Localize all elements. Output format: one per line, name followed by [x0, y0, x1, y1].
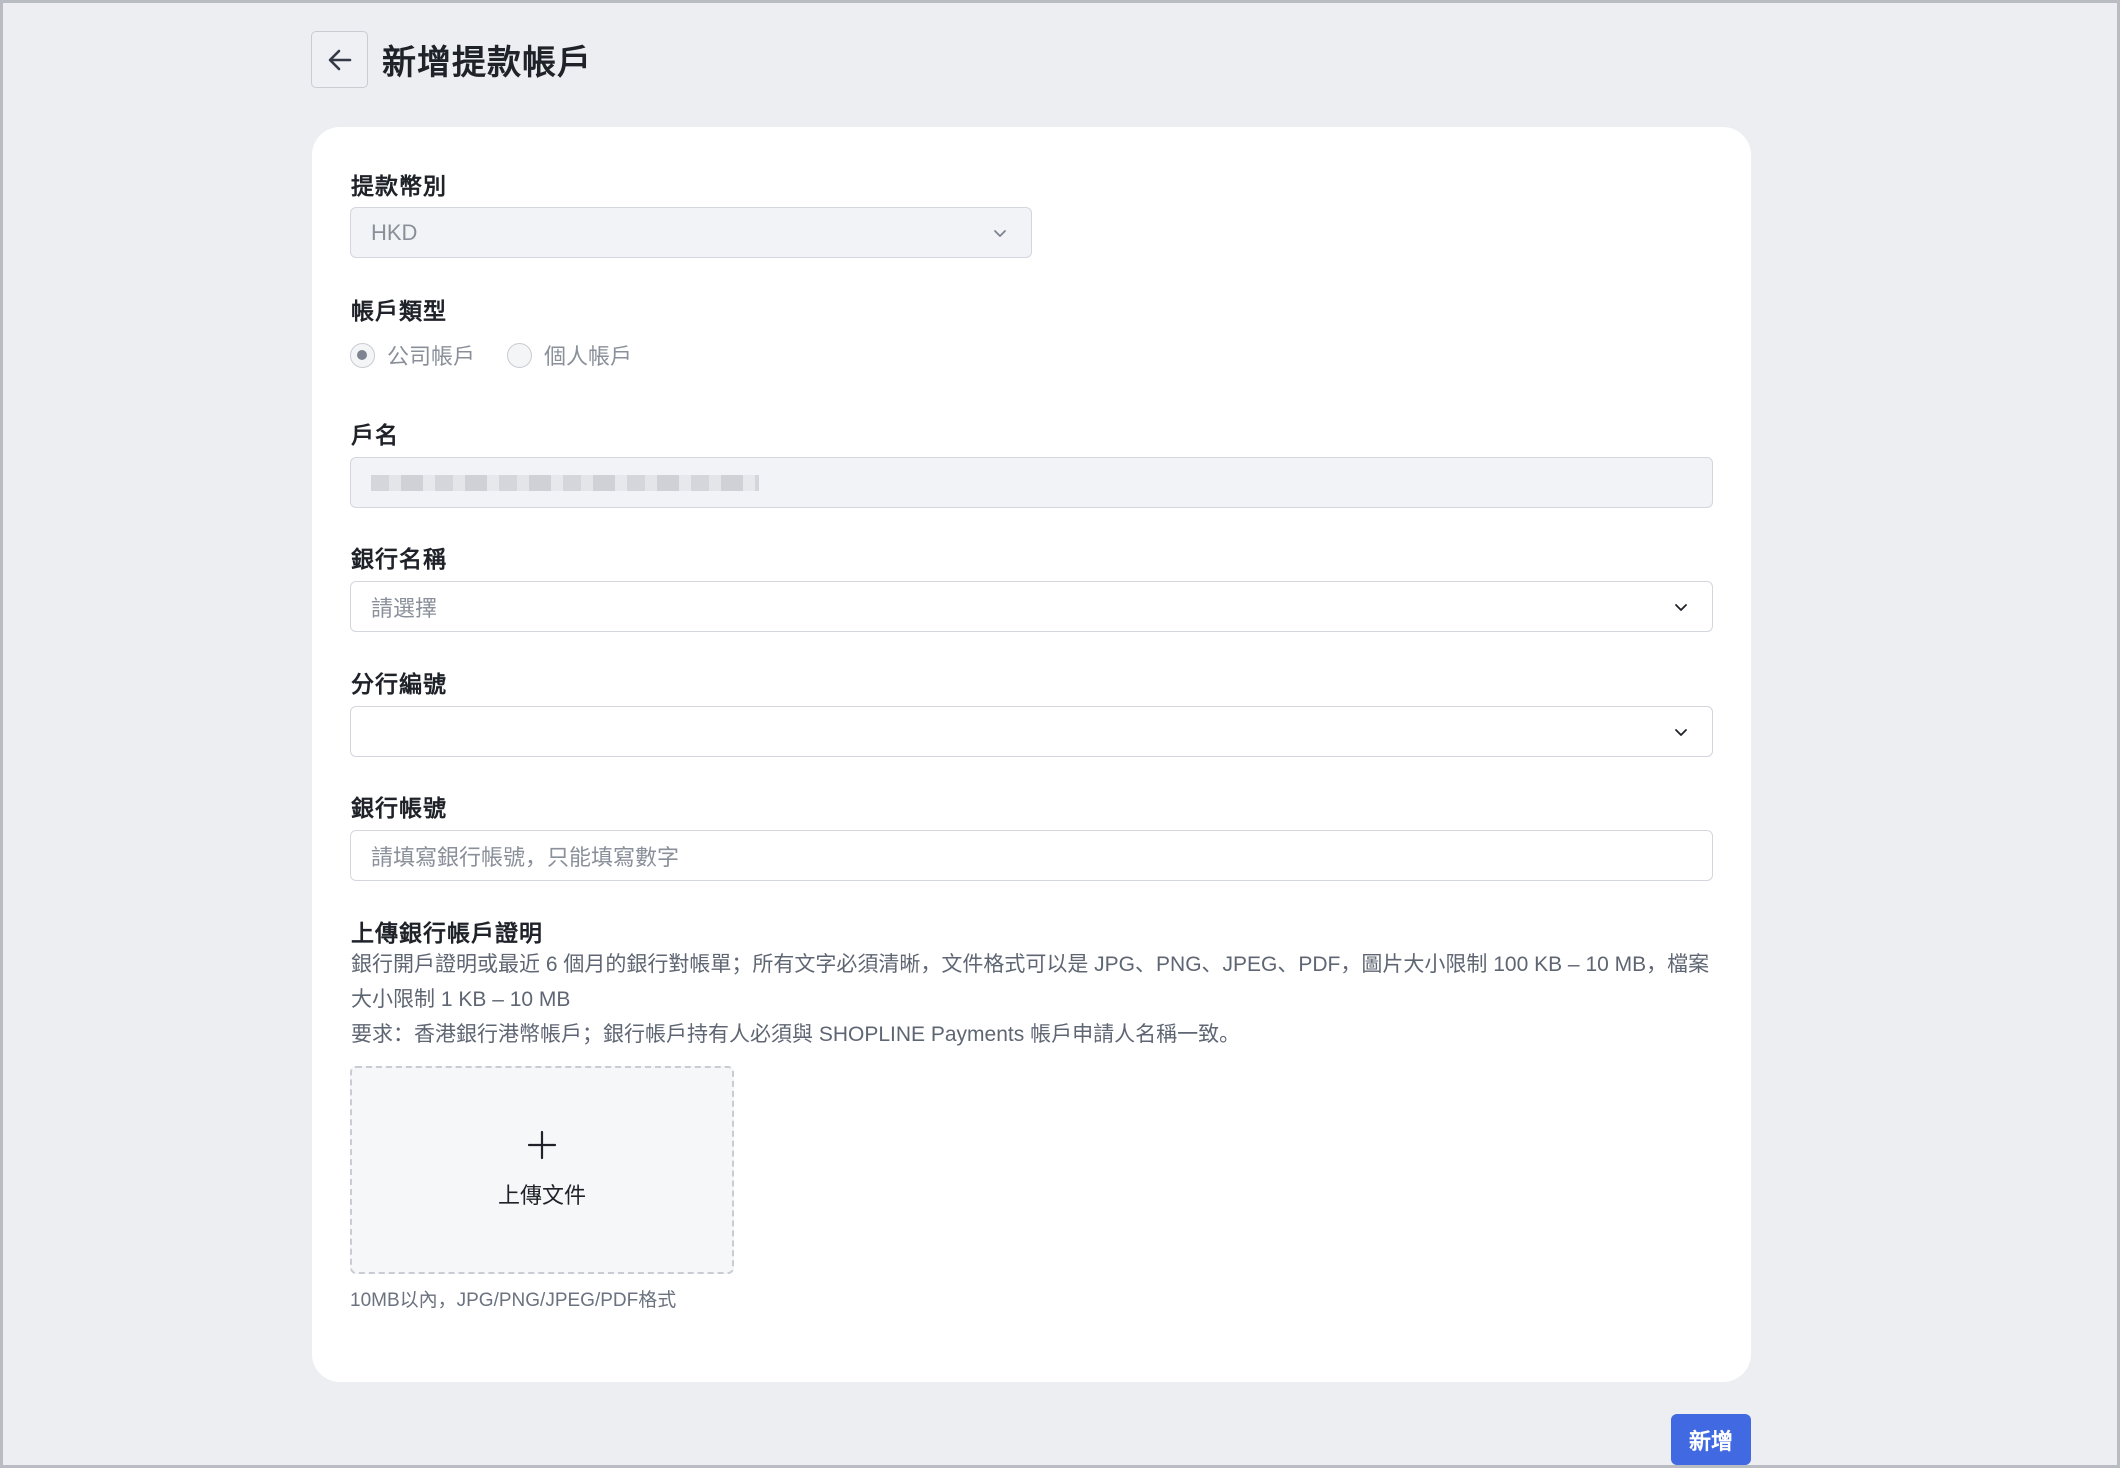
bank-name-placeholder: 請選擇 — [371, 595, 438, 621]
account-number-input[interactable]: 請填寫銀行帳號，只能填寫數字 — [350, 830, 1713, 881]
account-type-radio-group: 公司帳戶 個人帳戶 — [350, 339, 664, 371]
redacted-account-name — [371, 474, 759, 491]
account-name-label: 戶名 — [351, 422, 399, 448]
bank-name-label: 銀行名稱 — [351, 546, 447, 572]
chevron-down-icon — [1675, 604, 1687, 611]
currency-select[interactable]: HKD — [350, 207, 1032, 258]
branch-code-select[interactable] — [350, 706, 1713, 757]
app-window: 新增提款帳戶 提款幣別 HKD 帳戶類型 公司帳戶 個人帳戶 戶名 銀行名稱 請… — [0, 0, 2120, 1468]
radio-unchecked-icon — [507, 342, 533, 368]
proof-description-text: 銀行開戶證明或最近 6 個月的銀行對帳單；所有文字必須清晰，文件格式可以是 JP… — [351, 953, 1710, 1011]
page-header: 新增提款帳戶 — [311, 31, 592, 88]
branch-code-label: 分行編號 — [351, 671, 447, 697]
upload-label: 上傳文件 — [497, 1183, 586, 1208]
currency-value: HKD — [371, 219, 418, 245]
radio-label: 公司帳戶 — [387, 344, 476, 369]
chevron-down-icon — [994, 230, 1006, 237]
chevron-down-icon — [1675, 729, 1687, 736]
radio-company-account[interactable]: 公司帳戶 — [350, 339, 475, 371]
proof-requirement-text: 要求：香港銀行港幣帳戶；銀行帳戶持有人必須與 SHOPLINE Payments… — [351, 1023, 1241, 1046]
upload-hint: 10MB以內，JPG/PNG/JPEG/PDF格式 — [350, 1290, 677, 1311]
account-name-field[interactable] — [350, 457, 1713, 508]
radio-checked-icon — [350, 342, 375, 368]
proof-label: 上傳銀行帳戶證明 — [351, 920, 543, 946]
radio-personal-account[interactable]: 個人帳戶 — [507, 339, 632, 371]
back-button[interactable] — [311, 31, 368, 88]
submit-button[interactable]: 新增 — [1671, 1414, 1751, 1465]
form-card: 提款幣別 HKD 帳戶類型 公司帳戶 個人帳戶 戶名 銀行名稱 請選擇 分行編號… — [312, 127, 1751, 1382]
account-type-label: 帳戶類型 — [351, 298, 447, 324]
account-number-label: 銀行帳號 — [351, 795, 447, 821]
account-number-placeholder: 請填寫銀行帳號，只能填寫數字 — [371, 844, 680, 870]
page-title: 新增提款帳戶 — [382, 44, 592, 82]
plus-icon — [527, 1130, 557, 1160]
arrow-left-icon — [328, 49, 351, 70]
currency-label: 提款幣別 — [351, 173, 447, 199]
proof-description: 銀行開戶證明或最近 6 個月的銀行對帳單；所有文字必須清晰，文件格式可以是 JP… — [351, 947, 1721, 1052]
upload-dropzone[interactable]: 上傳文件 — [350, 1066, 734, 1274]
bank-name-select[interactable]: 請選擇 — [350, 581, 1713, 632]
radio-label: 個人帳戶 — [544, 344, 633, 369]
